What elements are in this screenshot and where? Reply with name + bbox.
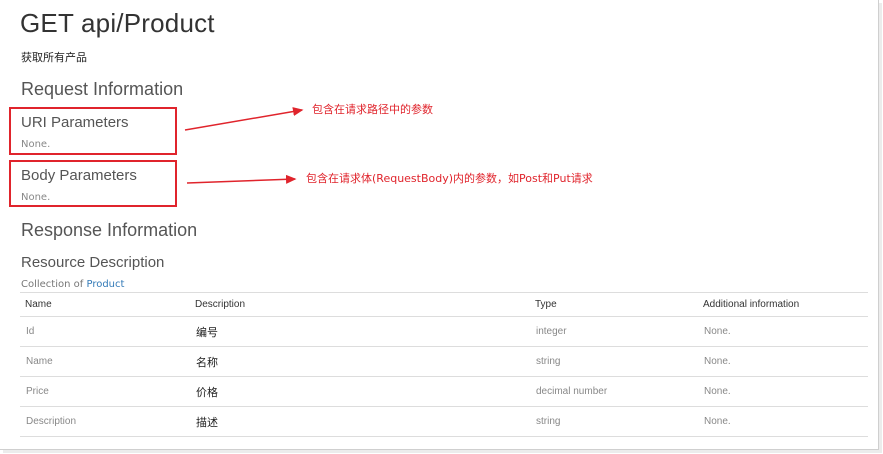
cell-type: string — [530, 406, 698, 437]
cell-description: 描述 — [190, 406, 530, 437]
table-header-row: Name Description Type Additional informa… — [20, 292, 868, 317]
table-row: Description 描述 string None. — [20, 406, 868, 437]
column-header-additional: Additional information — [698, 292, 868, 317]
cell-type: string — [530, 346, 698, 377]
cell-description: 编号 — [190, 316, 530, 347]
resource-table: Name Description Type Additional informa… — [20, 292, 868, 437]
cell-name: Id — [20, 316, 190, 347]
collection-line: Collection of Product — [21, 279, 124, 290]
response-information-heading: Response Information — [21, 220, 198, 240]
cell-name: Description — [20, 406, 190, 437]
table-row: Name 名称 string None. — [20, 346, 868, 377]
cell-type: decimal number — [530, 376, 698, 407]
column-header-type: Type — [530, 292, 698, 317]
help-page: GET api/Product 获取所有产品 Request Informati… — [0, 0, 882, 453]
body-arrow — [186, 174, 297, 184]
column-header-description: Description — [190, 292, 530, 317]
uri-arrow — [184, 107, 304, 131]
table-row: Id 编号 integer None. — [20, 316, 868, 347]
cell-additional: None. — [698, 316, 868, 347]
column-header-name: Name — [20, 292, 190, 317]
cell-description: 名称 — [190, 346, 530, 377]
cell-description: 价格 — [190, 376, 530, 407]
cell-additional: None. — [698, 346, 868, 377]
cell-name: Price — [20, 376, 190, 407]
cell-type: integer — [530, 316, 698, 347]
cell-additional: None. — [698, 406, 868, 437]
cell-additional: None. — [698, 376, 868, 407]
product-link[interactable]: Product — [86, 279, 124, 290]
table-row: Price 价格 decimal number None. — [20, 376, 868, 407]
collection-prefix: Collection of — [21, 279, 84, 290]
cell-name: Name — [20, 346, 190, 377]
resource-description-heading: Resource Description — [21, 254, 165, 271]
